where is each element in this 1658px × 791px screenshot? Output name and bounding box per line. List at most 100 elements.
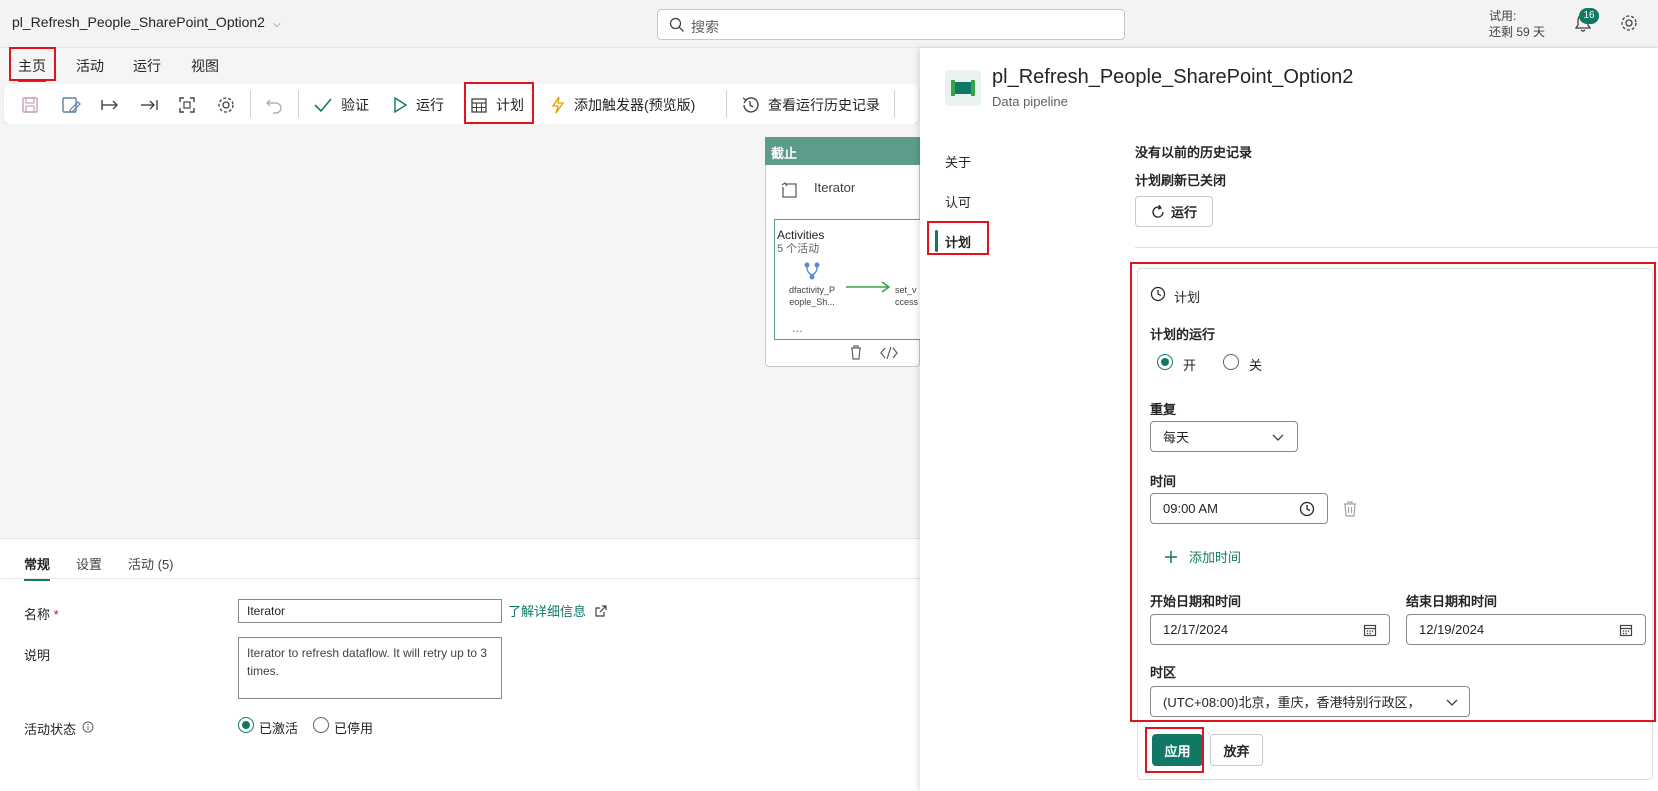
undo-icon xyxy=(266,99,282,114)
add-trigger-label: 添加触发器(预览版) xyxy=(574,97,696,113)
toolbar-divider xyxy=(726,90,727,118)
run-label: 运行 xyxy=(416,97,444,113)
repeat-dropdown[interactable]: 每天 xyxy=(1150,421,1298,452)
fit-screen-icon xyxy=(179,97,195,113)
chevron-down-icon xyxy=(1272,434,1284,441)
tab-activities[interactable]: 活动 xyxy=(76,56,104,76)
fit-view-button[interactable] xyxy=(178,94,196,116)
loop-icon xyxy=(781,182,797,198)
refresh-off-text: 计划刷新已关闭 xyxy=(1135,173,1227,188)
gear-icon[interactable] xyxy=(1620,14,1638,32)
add-time-button[interactable]: 添加时间 xyxy=(1163,547,1241,566)
schedule-on-label: 开 xyxy=(1183,358,1197,373)
start-date-value: 12/17/2024 xyxy=(1163,622,1229,637)
end-datetime-label: 结束日期和时间 xyxy=(1406,594,1498,609)
pipeline-title-dropdown[interactable]: pl_Refresh_People_SharePoint_Option2 ⌵ xyxy=(12,14,281,30)
checkmark-icon xyxy=(314,98,332,113)
tab-run[interactable]: 运行 xyxy=(133,56,161,76)
end-date-picker[interactable]: 12/19/2024 xyxy=(1406,614,1646,645)
clock-icon xyxy=(1299,501,1315,516)
time-picker[interactable]: 09:00 AM xyxy=(1150,493,1328,524)
activities-count: 5 个活动 xyxy=(777,243,820,255)
activity-name: Iterator xyxy=(814,180,856,195)
time-label: 时间 xyxy=(1150,474,1177,489)
history-icon xyxy=(742,97,759,113)
undo-button[interactable] xyxy=(265,94,283,116)
run-now-label: 运行 xyxy=(1170,205,1197,220)
tab-activities-count[interactable]: 活动 (5) xyxy=(128,554,174,573)
add-trigger-button[interactable]: 添加触发器(预览版) xyxy=(550,94,695,116)
highlight-schedule-nav xyxy=(927,221,989,255)
tab-general[interactable]: 常规 xyxy=(24,554,51,581)
activity-card-header: 截止 xyxy=(765,137,920,165)
settings-button[interactable] xyxy=(217,94,235,116)
end-date-value: 12/19/2024 xyxy=(1419,622,1485,637)
view-history-label: 查看运行历史记录 xyxy=(768,97,880,113)
toolbar-divider xyxy=(250,90,251,118)
panel-subtitle: Data pipeline xyxy=(992,94,1068,109)
view-history-button[interactable]: 查看运行历史记录 xyxy=(740,94,880,116)
save-as-button[interactable] xyxy=(61,94,81,116)
refresh-icon xyxy=(1152,204,1164,218)
highlight-schedule-button xyxy=(464,82,534,124)
delete-time-icon[interactable] xyxy=(1342,500,1358,518)
more-activities[interactable]: ... xyxy=(792,320,803,335)
tab-view[interactable]: 视图 xyxy=(191,56,219,76)
learn-more-link[interactable]: 了解详细信息 xyxy=(508,601,608,620)
divider xyxy=(0,578,920,579)
validate-button[interactable]: 验证 xyxy=(313,94,369,116)
dataflow-icon xyxy=(804,262,820,280)
gear-icon xyxy=(218,97,234,113)
play-icon xyxy=(394,96,408,114)
panel-title: pl_Refresh_People_SharePoint_Option2 xyxy=(992,66,1354,88)
calendar-icon xyxy=(1363,624,1377,636)
nav-about[interactable]: 关于 xyxy=(945,152,971,171)
divider xyxy=(1135,247,1658,248)
description-textarea[interactable]: Iterator to refresh dataflow. It will re… xyxy=(238,637,502,699)
trial-label: 试用: xyxy=(1489,9,1517,23)
delete-icon[interactable] xyxy=(848,344,864,360)
plus-icon xyxy=(1165,550,1177,563)
clock-icon xyxy=(1150,286,1166,302)
save-edit-icon xyxy=(62,97,81,113)
pipeline-title: pl_Refresh_People_SharePoint_Option2 xyxy=(12,14,265,30)
schedule-off-radio[interactable] xyxy=(1223,354,1239,370)
schedule-on-radio[interactable] xyxy=(1157,354,1173,370)
run-button[interactable]: 运行 xyxy=(392,94,444,116)
run-now-button[interactable]: 运行 xyxy=(1135,196,1213,227)
state-active-radio[interactable] xyxy=(238,717,254,733)
scheduled-run-label: 计划的运行 xyxy=(1150,327,1216,342)
name-input[interactable]: Iterator xyxy=(238,599,502,623)
info-icon xyxy=(82,721,94,733)
timezone-value: (UTC+08:00)北京，重庆，香港特别行政区， xyxy=(1163,695,1421,710)
time-value: 09:00 AM xyxy=(1163,501,1218,516)
search-box[interactable]: 搜索 xyxy=(657,9,1125,40)
pipeline-icon xyxy=(945,70,981,106)
toolbar-divider xyxy=(894,90,895,118)
schedule-off-label: 关 xyxy=(1249,358,1263,373)
arrow-to-bar-icon xyxy=(141,100,158,110)
step-into-button[interactable] xyxy=(100,94,120,116)
highlight-apply-button xyxy=(1145,727,1204,773)
state-inactive-radio[interactable] xyxy=(313,717,329,733)
arrow-right-bar-icon xyxy=(101,100,118,110)
repeat-label: 重复 xyxy=(1150,402,1177,417)
nav-endorsement[interactable]: 认可 xyxy=(945,192,971,211)
save-icon xyxy=(22,97,38,113)
trial-days-left: 还剩 59 天 xyxy=(1489,25,1546,39)
start-datetime-label: 开始日期和时间 xyxy=(1150,594,1242,609)
calendar-icon xyxy=(1619,624,1633,636)
trial-status[interactable]: 试用: 还剩 59 天 xyxy=(1489,8,1545,40)
code-icon[interactable] xyxy=(880,346,898,360)
timezone-dropdown[interactable]: (UTC+08:00)北京，重庆，香港特别行政区， xyxy=(1150,686,1470,717)
discard-button[interactable]: 放弃 xyxy=(1210,734,1263,766)
save-button[interactable] xyxy=(21,94,39,116)
external-link-icon xyxy=(595,605,607,617)
start-date-picker[interactable]: 12/17/2024 xyxy=(1150,614,1390,645)
activity-node-dataflow[interactable]: dfactivity_P eople_Sh... xyxy=(785,284,839,308)
activity-state-label: 活动状态 xyxy=(24,719,94,738)
repeat-value: 每天 xyxy=(1163,430,1190,445)
add-time-label: 添加时间 xyxy=(1189,550,1242,565)
step-to-end-button[interactable] xyxy=(139,94,159,116)
tab-settings[interactable]: 设置 xyxy=(76,554,102,573)
